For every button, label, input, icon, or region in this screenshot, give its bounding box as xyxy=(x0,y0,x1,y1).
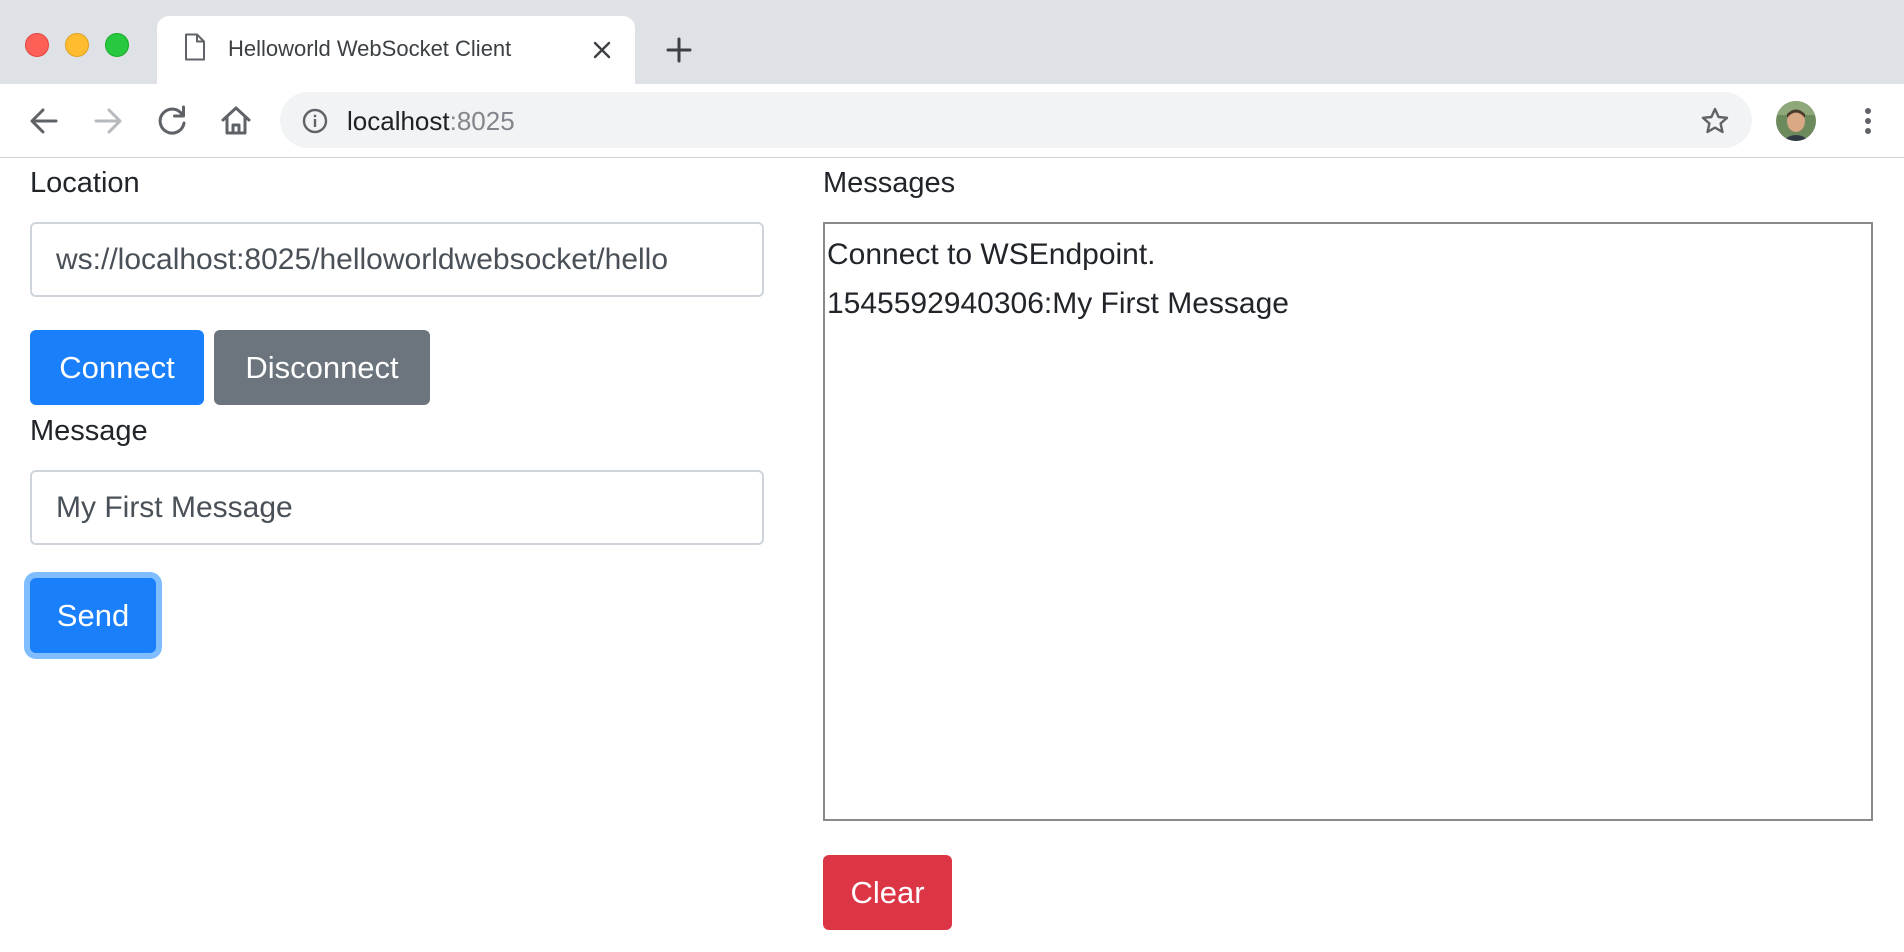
window-minimize-button[interactable] xyxy=(65,33,89,57)
location-input[interactable] xyxy=(30,222,764,297)
address-bar[interactable]: localhost:8025 xyxy=(280,92,1752,148)
forward-arrow-icon[interactable] xyxy=(88,101,128,141)
connect-button[interactable]: Connect xyxy=(30,330,204,405)
send-button[interactable]: Send xyxy=(30,578,156,653)
window-zoom-button[interactable] xyxy=(105,33,129,57)
url-host: localhost xyxy=(347,106,450,136)
document-icon xyxy=(183,33,207,61)
plus-icon[interactable] xyxy=(664,35,694,65)
url-text: localhost:8025 xyxy=(347,106,515,137)
back-arrow-icon[interactable] xyxy=(24,101,64,141)
url-port: :8025 xyxy=(449,106,515,136)
browser-toolbar: localhost:8025 xyxy=(0,84,1904,158)
window-close-button[interactable] xyxy=(25,33,49,57)
browser-title-bar: Helloworld WebSocket Client xyxy=(0,0,1904,84)
message-line: Connect to WSEndpoint. xyxy=(827,238,1156,271)
home-icon[interactable] xyxy=(216,101,256,141)
avatar[interactable] xyxy=(1776,101,1816,141)
reload-icon[interactable] xyxy=(152,101,192,141)
location-label: Location xyxy=(30,167,140,199)
kebab-menu-icon[interactable] xyxy=(1848,101,1888,141)
messages-label: Messages xyxy=(823,167,956,199)
star-icon[interactable] xyxy=(1700,106,1730,136)
message-line: 1545592940306:My First Message xyxy=(827,287,1289,320)
disconnect-button[interactable]: Disconnect xyxy=(214,330,430,405)
browser-tab-active[interactable]: Helloworld WebSocket Client xyxy=(157,16,635,84)
close-icon[interactable] xyxy=(590,38,614,62)
message-input[interactable] xyxy=(30,470,764,545)
clear-button[interactable]: Clear xyxy=(823,855,952,930)
message-label: Message xyxy=(30,415,148,447)
info-icon[interactable] xyxy=(302,108,328,134)
messages-textarea[interactable]: Connect to WSEndpoint. 1545592940306:My … xyxy=(823,222,1873,821)
tab-title: Helloworld WebSocket Client xyxy=(228,36,512,61)
